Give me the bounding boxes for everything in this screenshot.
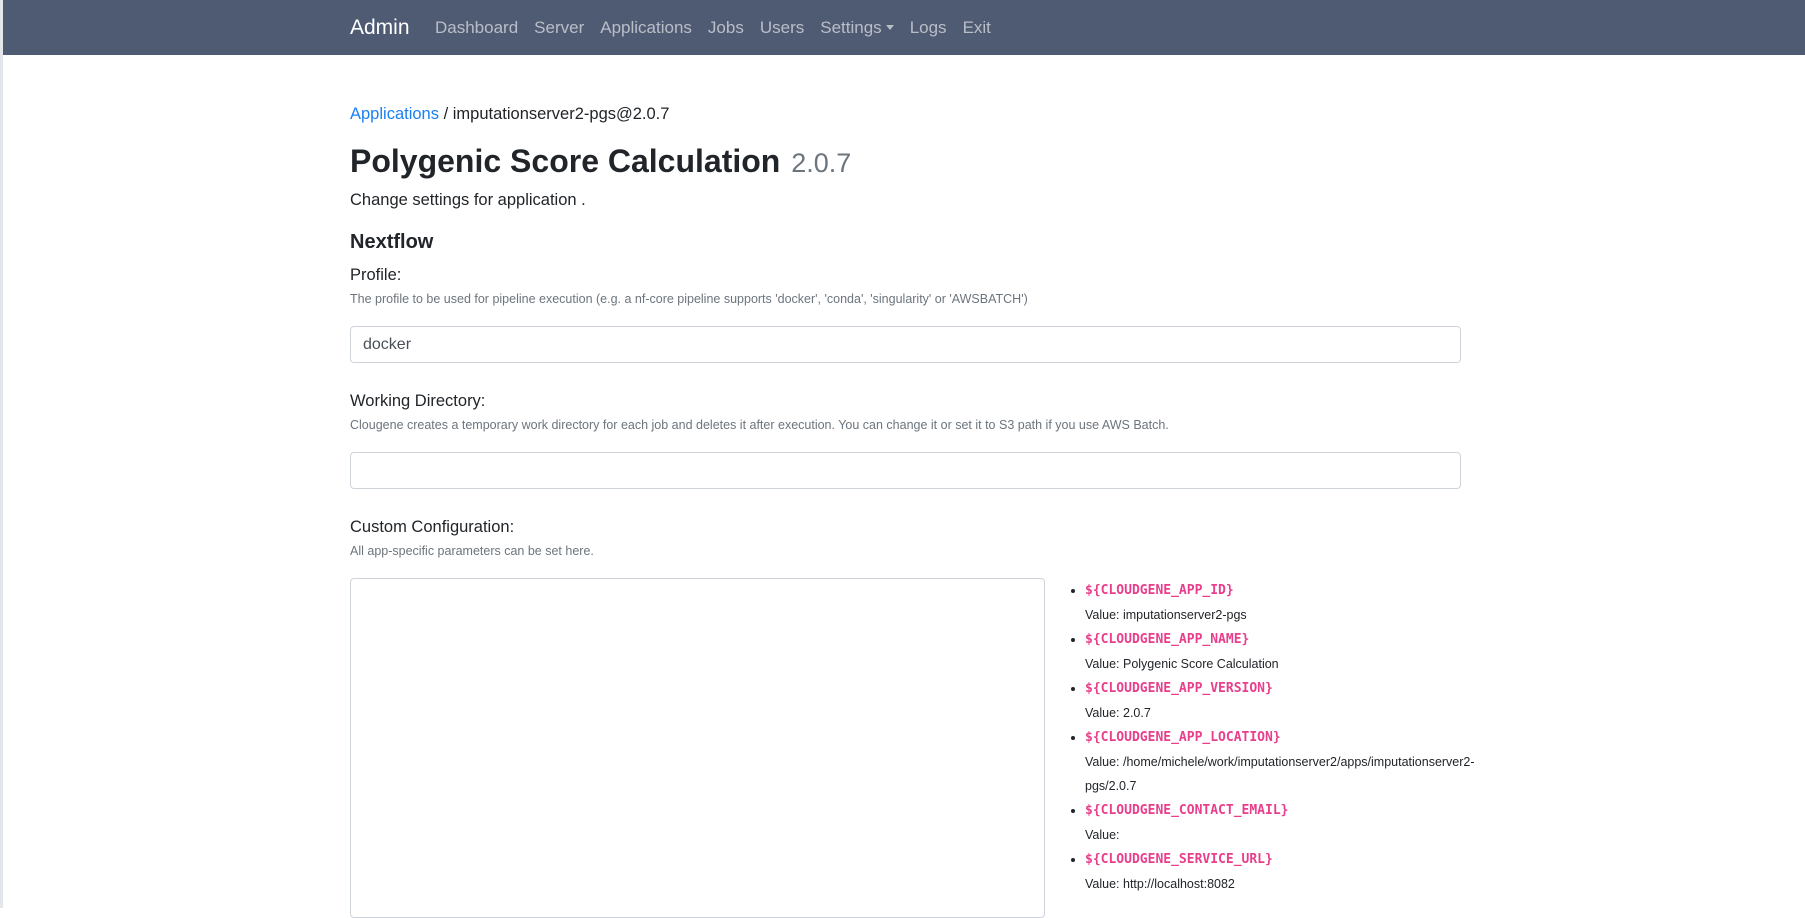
workdir-label: Working Directory: <box>350 392 486 410</box>
variable-name: ${CLOUDGENE_SERVICE_URL} <box>1085 852 1273 867</box>
variable-value: Value: 2.0.7 <box>1085 706 1151 720</box>
nav-item-logs[interactable]: Logs <box>910 18 947 38</box>
profile-help: The profile to be used for pipeline exec… <box>350 292 1028 306</box>
breadcrumb-link-applications[interactable]: Applications <box>350 105 439 123</box>
variable-value: Value: http://localhost:8082 <box>1085 877 1235 891</box>
page-title: Polygenic Score Calculation 2.0.7 <box>350 143 851 180</box>
variable-name: ${CLOUDGENE_APP_VERSION} <box>1085 681 1273 696</box>
variable-value: Value: <box>1085 828 1120 842</box>
nav-item-applications[interactable]: Applications <box>600 18 692 38</box>
variable-value: Value: Polygenic Score Calculation <box>1085 657 1279 671</box>
nav-menu: Dashboard Server Applications Jobs Users… <box>435 18 1007 38</box>
custom-config-help: All app-specific parameters can be set h… <box>350 544 594 558</box>
variable-value: Value: imputationserver2-pgs <box>1085 608 1247 622</box>
custom-config-label: Custom Configuration: <box>350 518 515 536</box>
variable-item: ${CLOUDGENE_APP_ID} Value: imputationser… <box>1085 578 1485 627</box>
app-version: 2.0.7 <box>791 148 852 178</box>
variable-item: ${CLOUDGENE_SERVICE_URL} Value: http://l… <box>1085 847 1485 896</box>
nav-item-server[interactable]: Server <box>534 18 584 38</box>
breadcrumb-separator: / <box>438 105 453 123</box>
workdir-help: Clougene creates a temporary work direct… <box>350 418 1169 432</box>
variable-item: ${CLOUDGENE_APP_VERSION} Value: 2.0.7 <box>1085 676 1485 725</box>
page-title-text: Polygenic Score Calculation <box>350 143 781 179</box>
page-description: Change settings for application . <box>350 191 586 209</box>
nav-item-exit[interactable]: Exit <box>963 18 991 38</box>
navbar-brand[interactable]: Admin <box>350 16 410 40</box>
variable-item: ${CLOUDGENE_APP_LOCATION} Value: /home/m… <box>1085 725 1485 798</box>
variable-name: ${CLOUDGENE_APP_ID} <box>1085 583 1234 598</box>
section-heading-nextflow: Nextflow <box>350 231 434 253</box>
custom-config-textarea[interactable] <box>350 578 1045 918</box>
workdir-input[interactable] <box>350 452 1461 489</box>
nav-item-users[interactable]: Users <box>760 18 804 38</box>
nav-item-settings-label: Settings <box>820 18 882 37</box>
variable-name: ${CLOUDGENE_APP_LOCATION} <box>1085 730 1281 745</box>
profile-input[interactable] <box>350 326 1461 363</box>
nav-item-settings[interactable]: Settings <box>820 18 894 38</box>
variable-item: ${CLOUDGENE_CONTACT_EMAIL} Value: <box>1085 798 1485 847</box>
profile-label: Profile: <box>350 266 402 284</box>
breadcrumb-current: imputationserver2-pgs@2.0.7 <box>452 105 670 123</box>
environment-variables-list: ${CLOUDGENE_APP_ID} Value: imputationser… <box>1065 578 1485 896</box>
top-navbar: Admin Dashboard Server Applications Jobs… <box>3 0 1805 55</box>
variable-name: ${CLOUDGENE_CONTACT_EMAIL} <box>1085 803 1289 818</box>
breadcrumb: Applications / imputationserver2-pgs@2.0… <box>350 105 669 124</box>
nav-item-jobs[interactable]: Jobs <box>708 18 744 38</box>
window-edge <box>0 0 3 908</box>
variable-value: Value: /home/michele/work/imputationserv… <box>1085 755 1475 793</box>
variable-item: ${CLOUDGENE_APP_NAME} Value: Polygenic S… <box>1085 627 1485 676</box>
chevron-down-icon <box>885 25 894 30</box>
variable-name: ${CLOUDGENE_APP_NAME} <box>1085 632 1250 647</box>
nav-item-dashboard[interactable]: Dashboard <box>435 18 518 38</box>
